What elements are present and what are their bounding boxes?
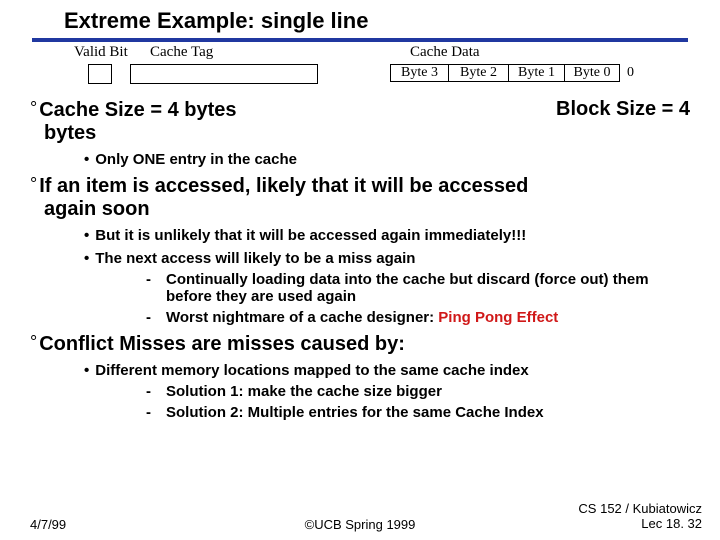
bullet-icon: ° [30, 98, 37, 118]
dot-icon: • [84, 151, 89, 168]
dash-icon: - [146, 383, 166, 400]
sub-unlikely-immediate: •But it is unlikely that it will be acce… [84, 227, 690, 244]
slide-title: Extreme Example: single line [0, 0, 720, 38]
subsub-worst-nightmare: -Worst nightmare of a cache designer: Pi… [146, 309, 690, 326]
trailing-zero: 0 [627, 65, 634, 81]
sub-different-locations: •Different memory locations mapped to th… [84, 362, 690, 379]
cache-data-box: Byte 3 Byte 2 Byte 1 Byte 0 [390, 64, 620, 84]
valid-bit-box [88, 64, 112, 84]
byte0-cell: Byte 0 [564, 64, 620, 82]
footer-course: CS 152 / Kubiatowicz Lec 18. 32 [578, 502, 702, 532]
subsub-solution2: -Solution 2: Multiple entries for the sa… [146, 404, 690, 421]
bytes-line: bytes [30, 122, 690, 145]
subsub-solution1: -Solution 1: make the cache size bigger [146, 383, 690, 400]
bullet-icon: ° [30, 332, 37, 352]
subsub-continually-loading: -Continually loading data into the cache… [146, 271, 690, 305]
slide: Extreme Example: single line Valid Bit C… [0, 0, 720, 540]
block-size-text: Block Size = 4 [556, 98, 690, 122]
byte2-cell: Byte 2 [448, 64, 508, 82]
point-conflict-misses: °Conflict Misses are misses caused by: [30, 332, 690, 356]
label-valid-bit: Valid Bit [74, 44, 128, 61]
ping-pong-effect: Ping Pong Effect [438, 309, 558, 326]
dash-icon: - [146, 404, 166, 421]
slide-body: °Cache Size = 4 bytes Block Size = 4 byt… [0, 86, 720, 421]
label-cache-tag: Cache Tag [150, 44, 213, 61]
dot-icon: • [84, 250, 89, 267]
byte3-cell: Byte 3 [390, 64, 448, 82]
byte1-cell: Byte 1 [508, 64, 564, 82]
sub-only-one-entry: •Only ONE entry in the cache [84, 151, 690, 168]
diagram-labels: Valid Bit Cache Tag Cache Data [0, 42, 720, 64]
sub-next-access-miss: •The next access will likely to be a mis… [84, 250, 690, 267]
dot-icon: • [84, 227, 89, 244]
cache-diagram: Byte 3 Byte 2 Byte 1 Byte 0 0 [0, 64, 720, 86]
dot-icon: • [84, 362, 89, 379]
dash-icon: - [146, 309, 166, 326]
point-accessed-likely: °If an item is accessed, likely that it … [30, 174, 690, 221]
footer-lecture: Lec 18. 32 [641, 516, 702, 531]
bullet-icon: ° [30, 174, 37, 194]
label-cache-data: Cache Data [410, 44, 480, 61]
cache-size-text: Cache Size = 4 bytes [39, 99, 236, 121]
point-cache-size: °Cache Size = 4 bytes Block Size = 4 byt… [30, 98, 690, 145]
cache-tag-box [130, 64, 318, 84]
dash-icon: - [146, 271, 166, 305]
